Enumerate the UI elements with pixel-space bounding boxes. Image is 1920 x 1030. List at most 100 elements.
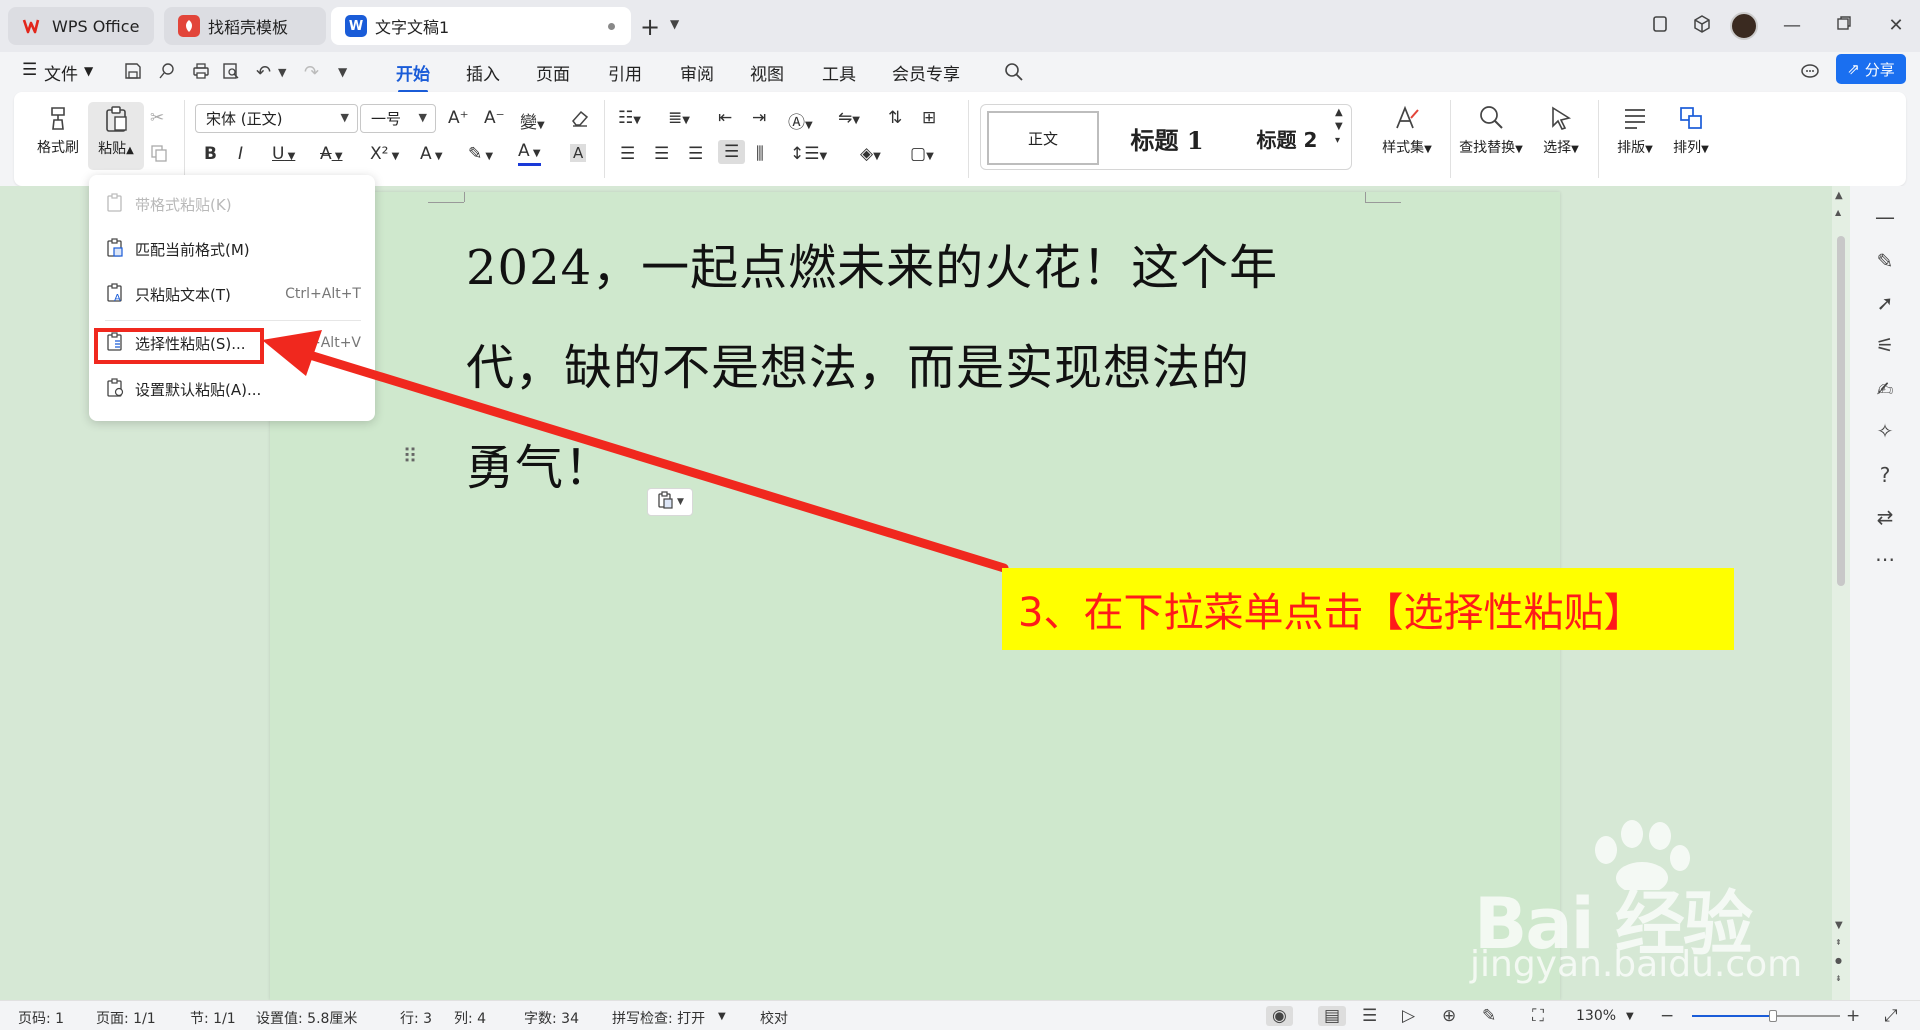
chevron-down-icon[interactable]: ▼ (84, 64, 93, 78)
status-pages[interactable]: 页面: 1/1 (96, 1008, 156, 1028)
avatar[interactable] (1730, 12, 1758, 40)
justify-icon[interactable]: ☰ (718, 140, 746, 164)
help-icon[interactable]: ? (1872, 462, 1898, 488)
status-section[interactable]: 节: 1/1 (190, 1008, 236, 1028)
border-icon[interactable]: ▢▼ (910, 144, 934, 164)
highlight-icon[interactable]: ✎ ▼ (468, 144, 493, 164)
style-heading-2[interactable]: 标题 2 (1227, 111, 1347, 165)
style-normal[interactable]: 正文 (987, 111, 1099, 165)
scroll-up-icon[interactable]: ▲ (1835, 190, 1843, 201)
fullscreen-icon[interactable]: ⤢ (1884, 1006, 1898, 1026)
redo-icon[interactable]: ↷ (304, 62, 319, 83)
hamburger-icon[interactable]: ☰ (22, 60, 37, 80)
superscript-icon[interactable]: X² ▼ (370, 144, 399, 164)
fit-width-icon[interactable]: ⛶ (1532, 1006, 1544, 1026)
align-center-icon[interactable]: ☰ (654, 144, 669, 164)
line-spacing-icon[interactable]: ↕☰▼ (790, 144, 827, 164)
tab-document[interactable]: W 文字文稿1 (331, 7, 631, 45)
status-word-count[interactable]: 字数: 34 (524, 1008, 579, 1028)
align-left-icon[interactable]: ☰ (620, 144, 635, 164)
tab-member[interactable]: 会员专享 (892, 60, 960, 85)
more-icon[interactable]: ⋯ (1872, 546, 1898, 572)
decrease-font-icon[interactable]: A⁻ (484, 108, 505, 128)
status-spell-check[interactable]: 拼写检查: 打开 (612, 1008, 705, 1028)
font-size-select[interactable]: 一号 ▼ (360, 104, 436, 133)
select-button[interactable]: 选择▼ (1536, 104, 1586, 157)
underline-icon[interactable]: U ▼ (272, 144, 295, 164)
increase-font-icon[interactable]: A⁺ (448, 108, 469, 128)
style-set-button[interactable]: 样式集▼ (1374, 104, 1440, 157)
tab-wps-office[interactable]: WPS Office (8, 7, 154, 45)
find-replace-button[interactable]: 查找替换▼ (1452, 104, 1530, 157)
font-name-select[interactable]: 宋体 (正文) ▼ (195, 104, 358, 133)
numbered-list-icon[interactable]: ≣▼ (668, 108, 690, 128)
status-proofread[interactable]: 校对 (760, 1008, 788, 1028)
bold-icon[interactable]: B (204, 144, 217, 164)
scrollbar-thumb[interactable] (1837, 236, 1845, 586)
undo-icon[interactable]: ↶ (256, 62, 271, 83)
tab-docer-templates[interactable]: 找稻壳模板 (164, 7, 326, 45)
decrease-indent-icon[interactable]: ⇤ (718, 108, 732, 128)
tab-insert[interactable]: 插入 (466, 60, 500, 85)
strikethrough-icon[interactable]: A ▼ (320, 144, 343, 164)
eye-protection-icon[interactable]: ◉ (1266, 1006, 1293, 1026)
drag-handle-icon[interactable]: ⠿ (400, 442, 420, 470)
increase-indent-icon[interactable]: ⇥ (752, 108, 766, 128)
file-menu[interactable]: 文件 (44, 60, 78, 85)
tab-view[interactable]: 视图 (750, 60, 784, 85)
zoom-in-icon[interactable]: + (1846, 1006, 1860, 1026)
format-painter-button[interactable]: 格式刷 (34, 104, 82, 157)
web-view-icon[interactable]: ⊕ (1442, 1006, 1456, 1026)
window-restore-icon[interactable] (1648, 14, 1672, 38)
chat-bubble-icon[interactable] (1800, 62, 1820, 87)
minimize-icon[interactable]: — (1780, 14, 1804, 38)
tab-tools[interactable]: 工具 (822, 60, 856, 85)
share-button[interactable]: ⇗ 分享 (1836, 54, 1906, 84)
paste-set-default[interactable]: 设置默认粘贴(A)... (105, 374, 361, 404)
pen-edit-icon[interactable]: ✎ (1872, 248, 1898, 274)
bullet-list-icon[interactable]: ☷▼ (618, 108, 641, 128)
vertical-scrollbar[interactable]: ▲ ▲ ▼ ⇞ ● ⇟ (1832, 186, 1850, 1000)
prev-page-icon[interactable]: ⇞ (1835, 938, 1842, 947)
char-shading-icon[interactable]: A (570, 144, 587, 162)
status-row[interactable]: 行: 3 (400, 1008, 432, 1028)
status-page-number[interactable]: 页码: 1 (18, 1008, 64, 1028)
page-view-icon[interactable]: ▤ (1318, 1006, 1347, 1026)
tab-page[interactable]: 页面 (536, 60, 570, 85)
arrange-button[interactable]: 排列▼ (1666, 104, 1716, 157)
zoom-out-icon[interactable]: − (1660, 1006, 1674, 1026)
print-preview-icon[interactable] (222, 62, 240, 85)
layout-button[interactable]: 排版▼ (1610, 104, 1660, 157)
tab-review[interactable]: 审阅 (680, 60, 714, 85)
paste-text-only[interactable]: A 只粘贴文本(T) Ctrl+Alt+T (105, 279, 361, 309)
scroll-up-icon[interactable]: ▲ (1835, 208, 1841, 217)
chevron-down-icon[interactable]: ▼ (338, 65, 347, 79)
eraser-icon[interactable] (570, 108, 590, 133)
zoom-slider[interactable] (1692, 1010, 1840, 1022)
paste-match-format[interactable]: 匹配当前格式(M) (105, 234, 361, 264)
scroll-down-icon[interactable]: ▼ (1835, 920, 1843, 931)
distributed-icon[interactable]: ⫼ (756, 144, 764, 164)
chevron-down-icon[interactable]: ▼ (670, 17, 679, 31)
tools-icon[interactable]: ✧ (1872, 418, 1898, 444)
chevron-down-icon[interactable]: ▼ (278, 66, 286, 79)
pen-icon[interactable]: ✎ (1482, 1006, 1496, 1026)
status-setting[interactable]: 设置值: 5.8厘米 (256, 1008, 357, 1028)
text-effect-icon[interactable]: A ▼ (420, 144, 443, 164)
print-icon[interactable] (192, 62, 210, 85)
show-marks-icon[interactable]: ⊞ (922, 108, 936, 128)
chevron-down-icon[interactable]: ▼ (1626, 1011, 1634, 1022)
style-heading-1[interactable]: 标题 1 (1107, 111, 1227, 165)
play-icon[interactable]: ▷ (1402, 1006, 1415, 1026)
sort-icon[interactable]: ⇅ (888, 108, 902, 128)
select-browse-icon[interactable]: ● (1835, 956, 1842, 965)
close-icon[interactable]: ✕ (1884, 14, 1908, 38)
cut-icon[interactable]: ✂ (150, 108, 164, 128)
italic-icon[interactable]: I (238, 144, 243, 164)
paste-options-button[interactable]: ▼ (647, 488, 693, 516)
paste-button[interactable]: 粘贴▲ (88, 102, 144, 170)
search-icon[interactable] (1004, 62, 1024, 87)
tab-home[interactable]: 开始 (396, 60, 430, 93)
translate-icon[interactable]: ⇄ (1872, 504, 1898, 530)
chevron-down-icon[interactable]: ▼ (718, 1011, 726, 1022)
